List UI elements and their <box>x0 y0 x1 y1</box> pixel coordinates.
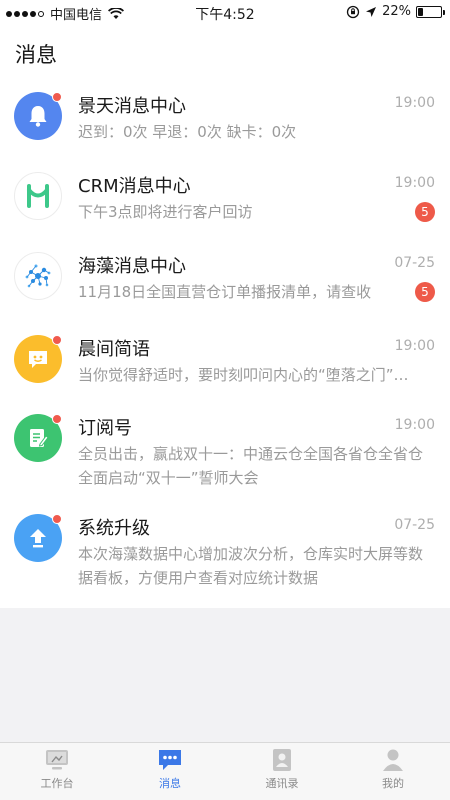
contacts-icon <box>273 749 291 771</box>
message-preview: 全员出击，赢战双十一：中通云仓全国各省仓全省仓全面启动“双十一”誓师大会 <box>78 445 424 487</box>
unread-count-badge: 5 <box>415 202 435 222</box>
message-list: 景天消息中心 19:00 迟到：0次 早退：0次 缺卡：0次 CRM消息中心 1… <box>0 76 450 608</box>
message-preview: 本次海藻数据中心增加波次分析，仓库实时大屏等数据看板，方便用户查看对应统计数据 <box>78 545 424 587</box>
tab-label: 消息 <box>159 777 181 790</box>
message-title: 系统升级 <box>78 518 150 539</box>
bell-icon <box>29 106 47 127</box>
network-logo-icon <box>25 264 51 288</box>
rotation-lock-icon <box>346 5 360 18</box>
message-title: 海藻消息中心 <box>78 256 186 277</box>
chat-bubble-icon <box>29 351 47 368</box>
tab-bar: 工作台 消息 通讯录 我的 <box>0 742 450 800</box>
message-item-subscription[interactable]: 订阅号 19:00 全员出击，赢战双十一：中通云仓全国各省仓全省仓全面启动“双十… <box>0 396 450 496</box>
message-time: 07-25 <box>394 517 435 533</box>
status-bar: 中国电信 下午4:52 22% <box>0 0 450 26</box>
battery-percent: 22% <box>382 4 411 19</box>
message-item-crm[interactable]: CRM消息中心 19:00 下午3点即将进行客户回访 5 <box>0 156 450 236</box>
message-time: 07-25 <box>394 255 435 271</box>
crm-logo-icon <box>27 184 49 208</box>
unread-dot <box>52 335 62 345</box>
unread-dot <box>52 414 62 424</box>
tab-label: 通讯录 <box>265 777 299 790</box>
unread-dot <box>52 514 62 524</box>
message-item-morning[interactable]: 晨间简语 19:00 当你觉得舒适时，要时刻叩问内心的“堕落之门”… <box>0 316 450 396</box>
page-header: 消息 <box>0 26 450 76</box>
tab-contacts[interactable]: 通讯录 <box>242 747 322 791</box>
avatar <box>14 252 62 300</box>
message-icon <box>159 750 181 770</box>
message-time: 19:00 <box>394 417 435 433</box>
message-preview: 迟到：0次 早退：0次 缺卡：0次 <box>78 123 297 141</box>
message-title: 景天消息中心 <box>78 96 186 117</box>
avatar <box>14 514 62 562</box>
message-preview: 11月18日全国直营仓订单播报清单，请查收 <box>78 283 372 301</box>
battery-icon <box>416 5 445 18</box>
location-arrow-icon <box>366 6 377 17</box>
avatar <box>14 414 62 462</box>
tab-label: 我的 <box>382 777 404 790</box>
tab-label: 工作台 <box>40 777 74 790</box>
message-preview: 当你觉得舒适时，要时刻叩问内心的“堕落之门”… <box>78 366 409 384</box>
message-time: 19:00 <box>394 338 435 354</box>
document-edit-icon <box>30 429 49 447</box>
unread-dot <box>52 92 62 102</box>
avatar <box>14 92 62 140</box>
message-title: 订阅号 <box>78 418 132 439</box>
message-preview: 下午3点即将进行客户回访 <box>78 203 253 221</box>
message-item-system-upgrade[interactable]: 系统升级 07-25 本次海藻数据中心增加波次分析，仓库实时大屏等数据看板，方便… <box>0 496 450 608</box>
tab-workbench[interactable]: 工作台 <box>17 747 97 791</box>
message-title: CRM消息中心 <box>78 176 191 197</box>
monitor-icon <box>46 750 68 770</box>
message-item-haizao[interactable]: 海藻消息中心 07-25 11月18日全国直营仓订单播报清单，请查收 5 <box>0 236 450 316</box>
tab-mine[interactable]: 我的 <box>353 747 433 791</box>
message-title: 晨间简语 <box>78 339 150 360</box>
upgrade-arrow-icon <box>30 529 46 548</box>
message-item-jingtian[interactable]: 景天消息中心 19:00 迟到：0次 早退：0次 缺卡：0次 <box>0 76 450 156</box>
message-time: 19:00 <box>394 175 435 191</box>
page-title: 消息 <box>15 43 57 67</box>
message-time: 19:00 <box>394 95 435 111</box>
avatar <box>14 335 62 383</box>
profile-icon <box>383 749 403 771</box>
tab-messages[interactable]: 消息 <box>130 747 210 791</box>
avatar <box>14 172 62 220</box>
unread-count-badge: 5 <box>415 282 435 302</box>
